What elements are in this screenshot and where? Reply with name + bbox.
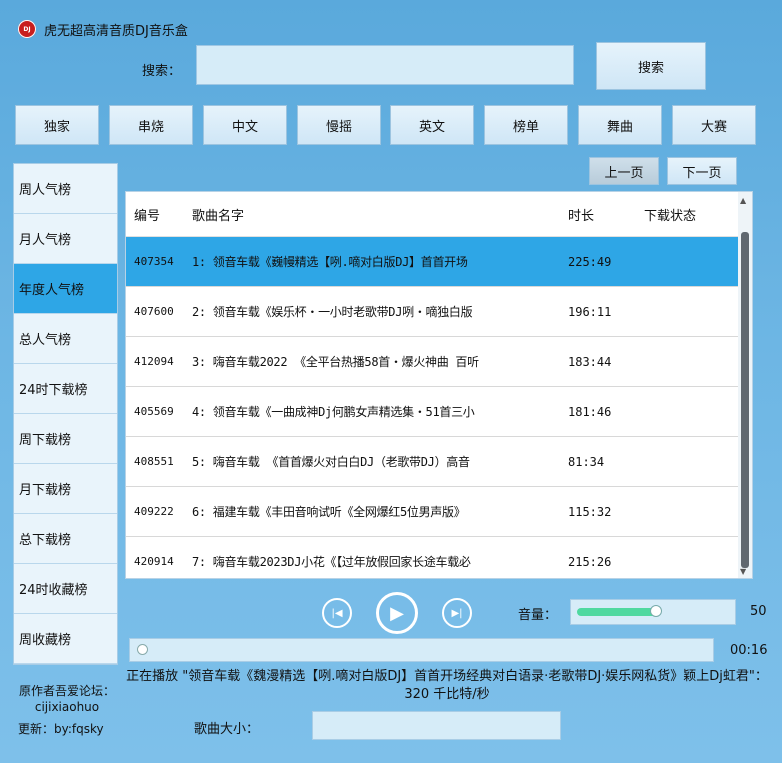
- table-body: 407354 1: 领音车载《巍幔精选【咧.嘀对白版DJ】首首开场 225:49 40…: [126, 237, 752, 578]
- table-row[interactable]: 409222 6: 福建车载《丰田音响试听《全网爆红5位男声版》 115:32: [126, 487, 752, 537]
- header-status: 下载状态: [644, 208, 697, 224]
- scroll-down-icon[interactable]: ▼: [740, 567, 746, 576]
- category-button[interactable]: 舞曲: [578, 105, 662, 145]
- category-button[interactable]: 榜单: [484, 105, 568, 145]
- volume-label: 音量：: [518, 608, 558, 623]
- cell-id: 407600: [134, 305, 174, 318]
- cell-id: 405569: [134, 405, 174, 418]
- scroll-thumb[interactable]: [741, 232, 749, 568]
- table-row[interactable]: 408551 5: 嗨音车载 《首首爆火对白白DJ（老歌带DJ）高音 81:34: [126, 437, 752, 487]
- cell-id: 420914: [134, 555, 174, 568]
- song-size-label: 歌曲大小：: [194, 722, 260, 737]
- header-id: 编号: [134, 208, 161, 224]
- table-row[interactable]: 412094 3: 嗨音车载2022 《全平台热播58首・爆火神曲 百听 183:4…: [126, 337, 752, 387]
- update-credit: 更新：by:fqsky: [18, 722, 104, 736]
- cell-name: 2: 领音车载《娱乐杯・一小时老歌带DJ咧・嘀独白版: [192, 305, 473, 319]
- cell-name: 5: 嗨音车载 《首首爆火对白白DJ（老歌带DJ）高音: [192, 455, 470, 469]
- author-credit: 原作者吾爱论坛： cijixiaohuo: [12, 683, 122, 715]
- cell-name: 7: 嗨音车载2023DJ小花《【过年放假回家长途车载必: [192, 555, 471, 569]
- sidebar-item[interactable]: 周人气榜: [14, 164, 117, 214]
- sidebar-item[interactable]: 24时下载榜: [14, 364, 117, 414]
- category-button[interactable]: 慢摇: [297, 105, 381, 145]
- app-logo-icon: DJ: [18, 20, 36, 38]
- song-size-field: [312, 711, 561, 740]
- header-duration: 时长: [568, 208, 595, 224]
- progress-knob[interactable]: [137, 644, 148, 655]
- cell-name: 4: 领音车载《一曲成神Dj何鹏女声精选集・51首三小: [192, 405, 475, 419]
- volume-fill: [577, 608, 659, 616]
- volume-value: 50: [750, 604, 767, 619]
- play-icon[interactable]: ▶: [376, 592, 418, 634]
- previous-track-icon[interactable]: |◀: [322, 598, 352, 628]
- cell-duration: 81:34: [568, 454, 605, 469]
- author-line1: 原作者吾爱论坛：: [18, 684, 115, 698]
- next-track-icon[interactable]: ▶|: [442, 598, 472, 628]
- prev-page-button[interactable]: 上一页: [589, 157, 659, 185]
- cell-id: 408551: [134, 455, 174, 468]
- category-button[interactable]: 大赛: [672, 105, 756, 145]
- sidebar-item[interactable]: 总人气榜: [14, 314, 117, 364]
- sidebar-item[interactable]: 24时收藏榜: [14, 564, 117, 614]
- sidebar-item[interactable]: 总下载榜: [14, 514, 117, 564]
- cell-id: 409222: [134, 505, 174, 518]
- sidebar-item[interactable]: 月人气榜: [14, 214, 117, 264]
- author-line2: cijixiaohuo: [34, 700, 100, 714]
- cell-id: 407354: [134, 255, 174, 268]
- category-button[interactable]: 独家: [15, 105, 99, 145]
- cell-id: 412094: [134, 355, 174, 368]
- category-button[interactable]: 中文: [203, 105, 287, 145]
- search-label: 搜索：: [142, 64, 182, 79]
- cell-name: 1: 领音车载《巍幔精选【咧.嘀对白版DJ】首首开场: [192, 255, 468, 269]
- song-table: 编号 歌曲名字 时长 下载状态 407354 1: 领音车载《巍幔精选【咧.嘀对白…: [125, 191, 753, 579]
- table-row[interactable]: 405569 4: 领音车载《一曲成神Dj何鹏女声精选集・51首三小 181:46: [126, 387, 752, 437]
- cell-duration: 225:49: [568, 254, 612, 269]
- sidebar-item[interactable]: 周下载榜: [14, 414, 117, 464]
- cell-duration: 181:46: [568, 404, 612, 419]
- sidebar-item[interactable]: 年度人气榜: [14, 264, 117, 314]
- title-bar: DJ 虎无超高清音质DJ音乐盒: [18, 18, 188, 40]
- cell-duration: 115:32: [568, 504, 612, 519]
- category-button[interactable]: 串烧: [109, 105, 193, 145]
- scroll-up-icon[interactable]: ▲: [740, 196, 746, 205]
- cell-duration: 196:11: [568, 304, 612, 319]
- table-row[interactable]: 420914 7: 嗨音车载2023DJ小花《【过年放假回家长途车载必 215:26: [126, 537, 752, 578]
- table-header: 编号 歌曲名字 时长 下载状态: [126, 192, 752, 237]
- table-row[interactable]: 407354 1: 领音车载《巍幔精选【咧.嘀对白版DJ】首首开场 225:49: [126, 237, 752, 287]
- chart-sidebar: 周人气榜 月人气榜 年度人气榜 总人气榜 24时下载榜 周下载榜 月下载榜 总下载榜 24时收藏…: [13, 163, 118, 665]
- volume-knob[interactable]: [650, 605, 662, 617]
- search-input[interactable]: [196, 45, 574, 85]
- cell-name: 3: 嗨音车载2022 《全平台热播58首・爆火神曲 百听: [192, 355, 479, 369]
- cell-duration: 183:44: [568, 354, 612, 369]
- cell-name: 6: 福建车载《丰田音响试听《全网爆红5位男声版》: [192, 505, 466, 519]
- now-playing-text: 正在播放 "领音车载《魏漫精选【咧.嘀对白版DJ】首首开场经典对白语录·老歌带D…: [126, 669, 768, 702]
- category-button[interactable]: 英文: [390, 105, 474, 145]
- sidebar-item[interactable]: 周收藏榜: [14, 614, 117, 664]
- next-page-button[interactable]: 下一页: [667, 157, 737, 185]
- search-button[interactable]: 搜索: [596, 42, 706, 90]
- header-name: 歌曲名字: [192, 208, 245, 224]
- progress-time: 00:16: [730, 643, 768, 658]
- cell-duration: 215:26: [568, 554, 612, 569]
- table-row[interactable]: 407600 2: 领音车载《娱乐杯・一小时老歌带DJ咧・嘀独白版 196:11: [126, 287, 752, 337]
- sidebar-item[interactable]: 月下载榜: [14, 464, 117, 514]
- app-title: 虎无超高清音质DJ音乐盒: [44, 23, 188, 39]
- progress-slider[interactable]: [129, 638, 714, 662]
